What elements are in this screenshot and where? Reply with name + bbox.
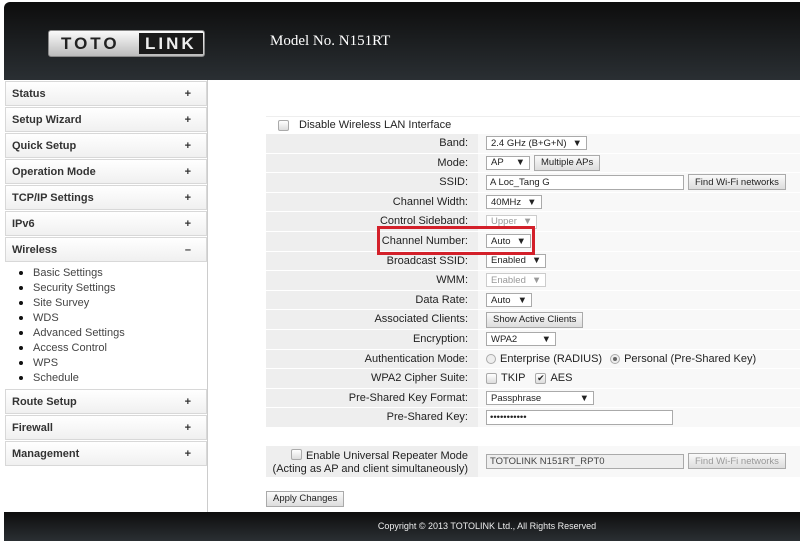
tkip-checkbox[interactable] bbox=[486, 372, 497, 384]
dropdown-arrow-icon: ▼ bbox=[531, 255, 542, 267]
repeater-sublabel: (Acting as AP and client simultaneously) bbox=[272, 462, 468, 475]
submenu-wds[interactable]: WDS bbox=[19, 310, 207, 325]
find-wifi-button[interactable]: Find Wi-Fi networks bbox=[688, 174, 786, 191]
personal-radio[interactable] bbox=[610, 353, 621, 364]
associated-clients-label: Associated Clients: bbox=[266, 310, 478, 329]
logo-text-link: LINK bbox=[139, 33, 203, 54]
menu-route-setup[interactable]: Route Setup + bbox=[5, 389, 207, 414]
repeater-find-wifi-button[interactable]: Find Wi-Fi networks bbox=[688, 453, 786, 470]
broadcast-ssid-select[interactable]: Enabled ▼ bbox=[486, 253, 547, 268]
multiple-aps-button[interactable]: Multiple APs bbox=[534, 154, 601, 171]
aes-checkbox[interactable]: ✔ bbox=[535, 372, 547, 384]
personal-label: Personal (Pre-Shared Key) bbox=[624, 352, 757, 365]
wmm-label: WMM: bbox=[266, 271, 478, 290]
wireless-basic-form: Disable Wireless LAN Interface Band: 2.4 … bbox=[266, 116, 800, 507]
submenu-basic-settings[interactable]: Basic Settings bbox=[19, 265, 207, 280]
enterprise-radio[interactable] bbox=[486, 353, 496, 364]
sidebar: Status + Setup Wizard + Quick Setup + Opera… bbox=[4, 80, 208, 512]
dropdown-arrow-icon: ▼ bbox=[527, 196, 537, 208]
ssid-label: SSID: bbox=[266, 173, 478, 192]
dropdown-arrow-icon: ▼ bbox=[572, 137, 582, 149]
cipher-suite-label: WPA2 Cipher Suite: bbox=[266, 369, 478, 388]
menu-firewall[interactable]: Firewall + bbox=[5, 415, 207, 440]
psk-label: Pre-Shared Key: bbox=[266, 408, 478, 427]
menu-ipv6[interactable]: IPv6 + bbox=[5, 211, 207, 236]
repeater-checkbox[interactable] bbox=[290, 448, 302, 460]
dropdown-arrow-icon: ▼ bbox=[515, 157, 525, 169]
wmm-select[interactable]: Enabled ▼ bbox=[486, 273, 547, 288]
menu-quick-setup[interactable]: Quick Setup + bbox=[5, 133, 207, 158]
submenu-access-control[interactable]: Access Control bbox=[19, 340, 207, 355]
submenu-schedule[interactable]: Schedule bbox=[19, 370, 207, 385]
disable-wlan-checkbox[interactable] bbox=[278, 119, 289, 131]
submenu-advanced-settings[interactable]: Advanced Settings bbox=[19, 325, 207, 340]
dropdown-arrow-icon: ▼ bbox=[531, 274, 542, 286]
submenu-site-survey[interactable]: Site Survey bbox=[19, 295, 207, 310]
psk-format-select[interactable]: Passphrase ▼ bbox=[486, 391, 594, 406]
band-label: Band: bbox=[266, 134, 478, 153]
enterprise-label: Enterprise (RADIUS) bbox=[500, 352, 603, 365]
wireless-submenu: Basic Settings Security Settings Site Su… bbox=[4, 262, 207, 388]
encryption-select[interactable]: WPA2 ▼ bbox=[486, 332, 556, 347]
dropdown-arrow-icon: ▼ bbox=[541, 333, 551, 345]
menu-wireless[interactable]: Wireless – bbox=[5, 237, 207, 262]
ssid-input[interactable]: A Loc_Tang G bbox=[486, 174, 684, 190]
menu-operation-mode[interactable]: Operation Mode + bbox=[5, 159, 207, 184]
repeater-label: Enable Universal Repeater Mode bbox=[305, 449, 468, 462]
menu-status[interactable]: Status + bbox=[5, 81, 207, 106]
psk-format-label: Pre-Shared Key Format: bbox=[266, 388, 478, 408]
channel-width-select[interactable]: 40MHz ▼ bbox=[486, 195, 542, 210]
dropdown-arrow-icon: ▼ bbox=[579, 392, 589, 404]
mode-label: Mode: bbox=[266, 153, 478, 173]
menu-setup-wizard[interactable]: Setup Wizard + bbox=[5, 107, 207, 132]
dropdown-arrow-icon: ▼ bbox=[517, 294, 527, 306]
submenu-security-settings[interactable]: Security Settings bbox=[19, 280, 207, 295]
header: TOTO LINK Model No. N151RT bbox=[4, 2, 800, 80]
auth-mode-label: Authentication Mode: bbox=[266, 349, 478, 369]
encryption-label: Encryption: bbox=[266, 329, 478, 349]
model-number: Model No. N151RT bbox=[270, 33, 391, 49]
submenu-wps[interactable]: WPS bbox=[19, 355, 207, 370]
menu-management[interactable]: Management + bbox=[5, 441, 207, 466]
tkip-label: TKIP bbox=[501, 372, 526, 385]
channel-number-highlight bbox=[377, 226, 535, 255]
menu-tcpip-settings[interactable]: TCP/IP Settings + bbox=[5, 185, 207, 210]
repeater-ssid-input[interactable]: TOTOLINK N151RT_RPT0 bbox=[486, 453, 684, 469]
totolink-logo: TOTO LINK bbox=[48, 30, 205, 57]
mode-select[interactable]: AP ▼ bbox=[486, 155, 530, 170]
data-rate-label: Data Rate: bbox=[266, 290, 478, 310]
footer: Copyright © 2013 TOTOLINK Ltd., All Righ… bbox=[4, 512, 800, 541]
aes-label: AES bbox=[550, 372, 573, 385]
disable-wlan-label: Disable Wireless LAN Interface bbox=[299, 119, 452, 131]
data-rate-select[interactable]: Auto ▼ bbox=[486, 293, 532, 308]
band-select[interactable]: 2.4 GHz (B+G+N) ▼ bbox=[486, 136, 587, 151]
channel-width-label: Channel Width: bbox=[266, 192, 478, 212]
show-active-clients-button[interactable]: Show Active Clients bbox=[486, 311, 584, 328]
apply-changes-button[interactable]: Apply Changes bbox=[266, 490, 345, 507]
psk-input[interactable]: ••••••••••• bbox=[486, 410, 673, 426]
copyright-text: Copyright © 2013 TOTOLINK Ltd., All Righ… bbox=[377, 521, 597, 531]
logo-text-toto: TOTO bbox=[61, 33, 120, 53]
